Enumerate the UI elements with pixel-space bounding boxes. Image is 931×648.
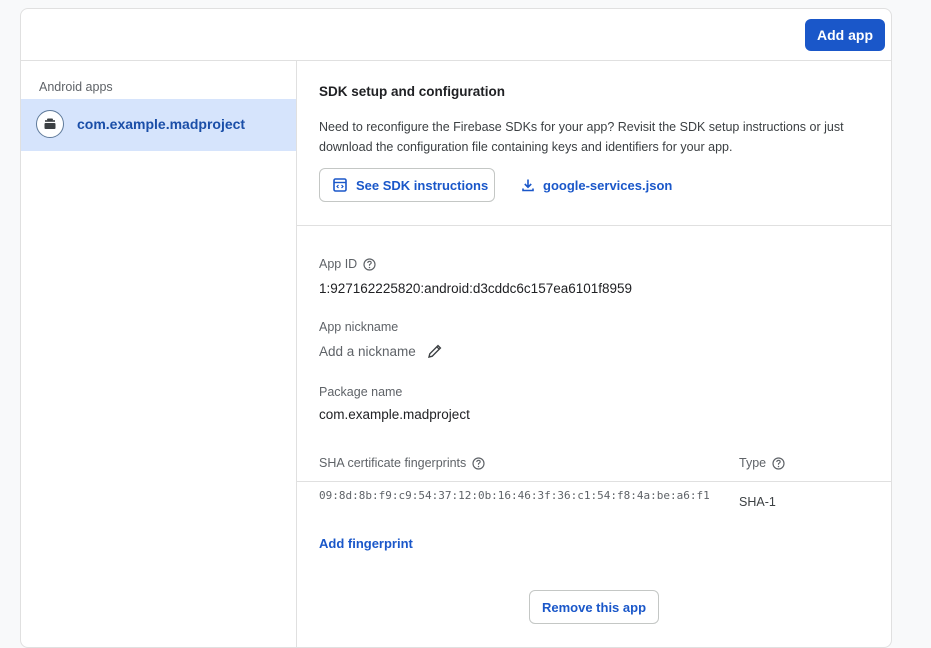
sdk-section-title: SDK setup and configuration xyxy=(319,84,506,99)
fingerprint-value: 09:8d:8b:f9:c9:54:37:12:0b:16:46:3f:36:c… xyxy=(319,489,710,502)
app-id-label-text: App ID xyxy=(319,257,358,271)
fingerprint-type: SHA-1 xyxy=(739,495,776,509)
add-app-button[interactable]: Add app xyxy=(805,19,885,51)
add-fingerprint-link[interactable]: Add fingerprint xyxy=(319,536,413,551)
see-sdk-instructions-label: See SDK instructions xyxy=(356,177,489,193)
download-config-link[interactable]: google-services.json xyxy=(521,168,672,202)
nickname-placeholder: Add a nickname xyxy=(319,344,416,359)
android-app-icon xyxy=(36,110,64,138)
download-icon xyxy=(521,178,535,192)
fingerprint-type-header-text: Type xyxy=(739,456,767,470)
sdk-description: Need to reconfigure the Firebase SDKs fo… xyxy=(319,120,844,154)
app-settings-card: Add app Android apps com.example.madproj… xyxy=(20,8,892,648)
remove-app-button[interactable]: Remove this app xyxy=(529,590,659,624)
app-nickname-label: App nickname xyxy=(319,320,399,334)
download-config-label: google-services.json xyxy=(543,177,673,193)
help-icon[interactable] xyxy=(772,456,785,470)
app-details-panel: SDK setup and configuration Need to reco… xyxy=(297,61,891,647)
fingerprint-type-header: Type xyxy=(739,456,785,470)
sdk-section: SDK setup and configuration Need to reco… xyxy=(297,61,891,226)
app-id-label: App ID xyxy=(319,257,376,271)
sidebar-item-label: com.example.madproject xyxy=(77,116,246,132)
fingerprints-table-header: SHA certificate fingerprints Type xyxy=(297,451,891,482)
fingerprints-header-text: SHA certificate fingerprints xyxy=(319,456,467,470)
pencil-icon[interactable] xyxy=(426,343,443,360)
nickname-field[interactable]: Add a nickname xyxy=(319,343,443,360)
package-name-label: Package name xyxy=(319,385,403,399)
sidebar-title: Android apps xyxy=(39,80,113,94)
card-header: Add app xyxy=(21,9,891,61)
sidebar-item-madproject[interactable]: com.example.madproject xyxy=(21,99,296,151)
help-icon[interactable] xyxy=(363,257,376,271)
code-box-icon xyxy=(333,178,347,192)
see-sdk-instructions-button[interactable]: See SDK instructions xyxy=(319,168,495,202)
app-id-value: 1:927162225820:android:d3cddc6c157ea6101… xyxy=(319,281,633,296)
help-icon[interactable] xyxy=(472,456,485,470)
fingerprints-header: SHA certificate fingerprints xyxy=(319,456,485,470)
package-name-value: com.example.madproject xyxy=(319,407,470,422)
apps-sidebar: Android apps com.example.madproject xyxy=(21,61,297,647)
